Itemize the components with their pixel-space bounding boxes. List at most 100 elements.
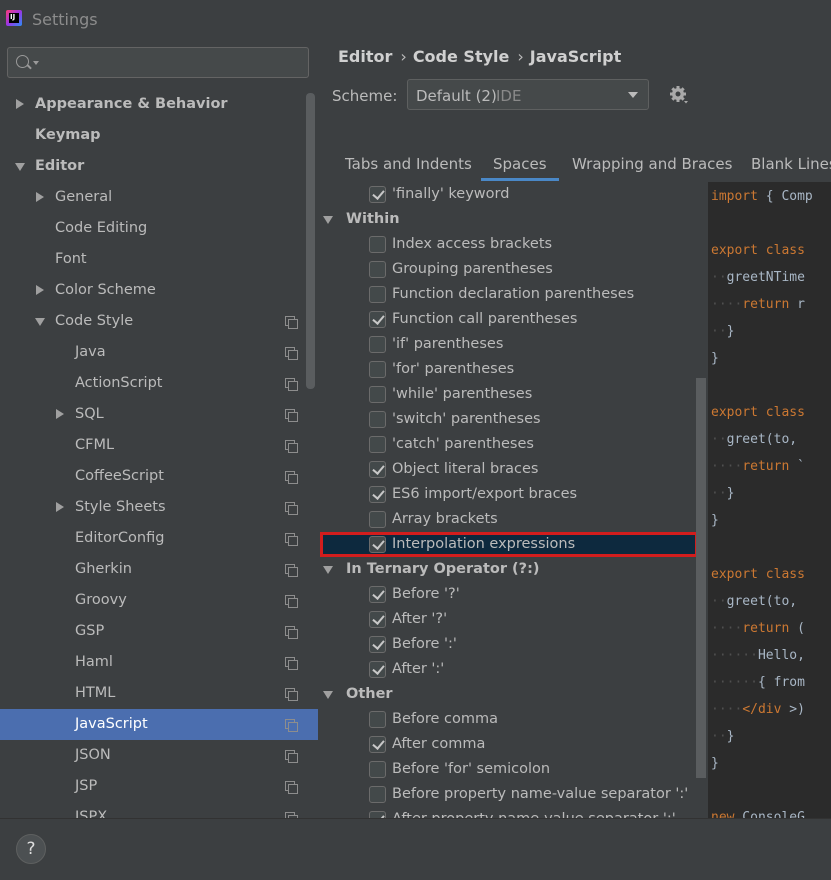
option-checkbox[interactable] bbox=[369, 261, 386, 278]
settings-search-box[interactable] bbox=[7, 47, 309, 78]
collapse-arrow-icon[interactable] bbox=[35, 318, 45, 326]
option-checkbox[interactable] bbox=[369, 611, 386, 628]
collapse-arrow-icon[interactable] bbox=[323, 216, 333, 224]
option-row-before-comma[interactable]: Before comma bbox=[318, 707, 696, 732]
option-checkbox[interactable] bbox=[369, 186, 386, 203]
sidebar-item-javascript[interactable]: JavaScript bbox=[0, 709, 318, 740]
option-row-grouping-parentheses[interactable]: Grouping parentheses bbox=[318, 257, 696, 282]
option-row-after[interactable]: After ':' bbox=[318, 657, 696, 682]
expand-arrow-icon[interactable] bbox=[36, 285, 44, 295]
option-checkbox[interactable] bbox=[369, 311, 386, 328]
sidebar-item-keymap[interactable]: Keymap bbox=[0, 120, 318, 151]
sidebar-scrollbar[interactable] bbox=[306, 93, 315, 389]
sidebar-item-font[interactable]: Font bbox=[0, 244, 318, 275]
option-group-other[interactable]: Other bbox=[318, 682, 696, 707]
expand-arrow-icon[interactable] bbox=[56, 502, 64, 512]
option-checkbox[interactable] bbox=[369, 761, 386, 778]
option-label[interactable]: After '?' bbox=[392, 607, 447, 632]
sidebar-item-style-sheets[interactable]: Style Sheets bbox=[0, 492, 318, 523]
option-row-for-parentheses[interactable]: 'for' parentheses bbox=[318, 357, 696, 382]
sidebar-item-json[interactable]: JSON bbox=[0, 740, 318, 771]
option-label[interactable]: Function declaration parentheses bbox=[392, 282, 634, 307]
option-row-object-literal-braces[interactable]: Object literal braces bbox=[318, 457, 696, 482]
option-checkbox[interactable] bbox=[369, 236, 386, 253]
option-row-index-access-brackets[interactable]: Index access brackets bbox=[318, 232, 696, 257]
option-checkbox[interactable] bbox=[369, 661, 386, 678]
collapse-arrow-icon[interactable] bbox=[15, 163, 25, 171]
sidebar-item-sql[interactable]: SQL bbox=[0, 399, 318, 430]
expand-arrow-icon[interactable] bbox=[36, 192, 44, 202]
option-label[interactable]: 'catch' parentheses bbox=[392, 432, 534, 457]
search-icon[interactable] bbox=[16, 55, 29, 68]
sidebar-item-code-style[interactable]: Code Style bbox=[0, 306, 318, 337]
option-row-if-parentheses[interactable]: 'if' parentheses bbox=[318, 332, 696, 357]
gear-icon[interactable] bbox=[669, 85, 689, 105]
option-checkbox[interactable] bbox=[369, 586, 386, 603]
option-checkbox[interactable] bbox=[369, 811, 386, 818]
option-label[interactable]: Before comma bbox=[392, 707, 498, 732]
collapse-arrow-icon[interactable] bbox=[323, 691, 333, 699]
option-row-while-parentheses[interactable]: 'while' parentheses bbox=[318, 382, 696, 407]
collapse-arrow-icon[interactable] bbox=[323, 566, 333, 574]
option-group-within[interactable]: Within bbox=[318, 207, 696, 232]
option-row-finally-keyword[interactable]: 'finally' keyword bbox=[318, 182, 696, 207]
option-row-before-property-name-value-separator[interactable]: Before property name-value separator ':' bbox=[318, 782, 696, 807]
sidebar-item-haml[interactable]: Haml bbox=[0, 647, 318, 678]
option-label[interactable]: Interpolation expressions bbox=[392, 532, 575, 557]
option-label[interactable]: After property name-value separator ':' bbox=[392, 807, 676, 818]
option-row-after-property-name-value-separator[interactable]: After property name-value separator ':' bbox=[318, 807, 696, 818]
sidebar-item-jsp[interactable]: JSP bbox=[0, 771, 318, 802]
option-row-after[interactable]: After '?' bbox=[318, 607, 696, 632]
settings-search-input[interactable] bbox=[44, 52, 299, 74]
sidebar-item-java[interactable]: Java bbox=[0, 337, 318, 368]
sidebar-item-gsp[interactable]: GSP bbox=[0, 616, 318, 647]
option-row-after-comma[interactable]: After comma bbox=[318, 732, 696, 757]
option-checkbox[interactable] bbox=[369, 461, 386, 478]
scheme-dropdown[interactable]: Default (2) IDE bbox=[407, 79, 649, 110]
option-row-interpolation-expressions[interactable]: Interpolation expressions bbox=[320, 532, 696, 557]
sidebar-item-editor[interactable]: Editor bbox=[0, 151, 318, 182]
option-row-es6-import-export-braces[interactable]: ES6 import/export braces bbox=[318, 482, 696, 507]
option-checkbox[interactable] bbox=[369, 786, 386, 803]
tab-blank-lines[interactable]: Blank Lines bbox=[751, 155, 831, 181]
option-label[interactable]: 'finally' keyword bbox=[392, 182, 509, 207]
option-label[interactable]: Before property name-value separator ':' bbox=[392, 782, 688, 807]
sidebar-item-jspx[interactable]: JSPX bbox=[0, 802, 318, 818]
option-label[interactable]: Object literal braces bbox=[392, 457, 538, 482]
option-row-before-for-semicolon[interactable]: Before 'for' semicolon bbox=[318, 757, 696, 782]
option-checkbox[interactable] bbox=[369, 386, 386, 403]
option-label[interactable]: Before ':' bbox=[392, 632, 457, 657]
option-checkbox[interactable] bbox=[369, 636, 386, 653]
sidebar-item-general[interactable]: General bbox=[0, 182, 318, 213]
option-checkbox[interactable] bbox=[369, 511, 386, 528]
sidebar-item-actionscript[interactable]: ActionScript bbox=[0, 368, 318, 399]
option-checkbox[interactable] bbox=[369, 536, 386, 553]
option-label[interactable]: 'if' parentheses bbox=[392, 332, 503, 357]
sidebar-item-code-editing[interactable]: Code Editing bbox=[0, 213, 318, 244]
option-checkbox[interactable] bbox=[369, 711, 386, 728]
option-checkbox[interactable] bbox=[369, 286, 386, 303]
option-row-before[interactable]: Before ':' bbox=[318, 632, 696, 657]
option-row-function-call-parentheses[interactable]: Function call parentheses bbox=[318, 307, 696, 332]
tab-spaces[interactable]: Spaces bbox=[481, 155, 559, 181]
option-label[interactable]: Function call parentheses bbox=[392, 307, 577, 332]
help-button[interactable]: ? bbox=[16, 834, 46, 864]
sidebar-item-gherkin[interactable]: Gherkin bbox=[0, 554, 318, 585]
option-group-in-ternary-operator[interactable]: In Ternary Operator (?:) bbox=[318, 557, 696, 582]
option-label[interactable]: 'for' parentheses bbox=[392, 357, 514, 382]
option-label[interactable]: Before '?' bbox=[392, 582, 460, 607]
option-label[interactable]: After ':' bbox=[392, 657, 444, 682]
option-label[interactable]: Index access brackets bbox=[392, 232, 552, 257]
sidebar-item-html[interactable]: HTML bbox=[0, 678, 318, 709]
tab-tabs-and-indents[interactable]: Tabs and Indents bbox=[345, 155, 472, 181]
expand-arrow-icon[interactable] bbox=[56, 409, 64, 419]
option-label[interactable]: After comma bbox=[392, 732, 485, 757]
option-row-function-declaration-parentheses[interactable]: Function declaration parentheses bbox=[318, 282, 696, 307]
sidebar-item-color-scheme[interactable]: Color Scheme bbox=[0, 275, 318, 306]
option-label[interactable]: ES6 import/export braces bbox=[392, 482, 577, 507]
option-checkbox[interactable] bbox=[369, 486, 386, 503]
expand-arrow-icon[interactable] bbox=[16, 99, 24, 109]
sidebar-item-appearance-behavior[interactable]: Appearance & Behavior bbox=[0, 89, 318, 120]
option-row-before[interactable]: Before '?' bbox=[318, 582, 696, 607]
option-row-array-brackets[interactable]: Array brackets bbox=[318, 507, 696, 532]
